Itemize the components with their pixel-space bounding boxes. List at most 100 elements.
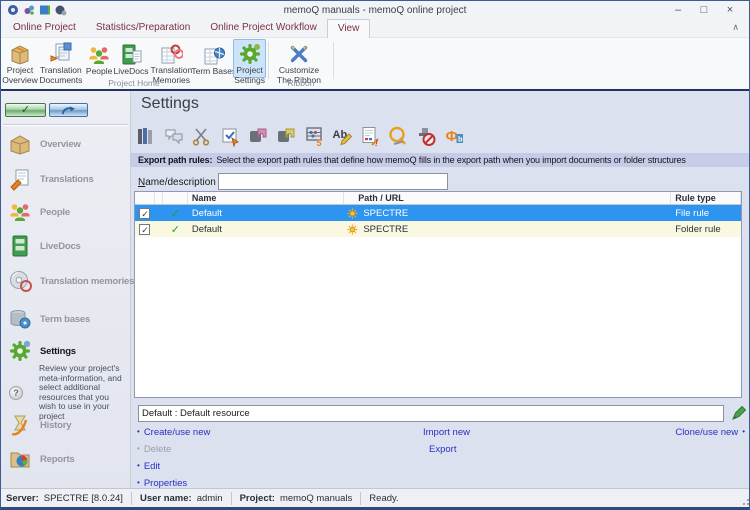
ribbon-button-livedocs[interactable]: LiveDocs bbox=[114, 39, 148, 78]
bullet-icon: • bbox=[137, 444, 140, 453]
close-button[interactable]: × bbox=[717, 2, 743, 19]
segmentation-rules-icon[interactable] bbox=[190, 124, 214, 148]
sidebar-item-people[interactable]: People bbox=[7, 200, 70, 224]
non-translatable-lists-icon[interactable]: Ab bbox=[330, 124, 354, 148]
quick-access-toolbar bbox=[1, 4, 67, 17]
category-label: Export path rules: bbox=[138, 155, 213, 165]
apply-button[interactable]: ✓ bbox=[5, 103, 46, 117]
clone-use-new-link[interactable]: Clone/use new • bbox=[675, 427, 745, 438]
sidebar-item-overview[interactable]: Overview bbox=[7, 132, 81, 156]
ribbon-button-project-settings[interactable]: Project Settings bbox=[233, 39, 267, 84]
ribbon-group-separator bbox=[268, 42, 269, 79]
quick-book-icon[interactable] bbox=[38, 4, 51, 17]
export-link[interactable]: Export bbox=[429, 444, 456, 455]
ribbon-button-translation-documents[interactable]: Translation Documents bbox=[38, 39, 84, 84]
ribbon-button-people[interactable]: People bbox=[85, 39, 114, 78]
ribbon-tabs: Online Project Statistics/Preparation On… bbox=[1, 19, 749, 38]
overview-icon bbox=[7, 133, 32, 156]
lqa-models-icon[interactable] bbox=[386, 124, 410, 148]
bullet-icon: • bbox=[137, 478, 140, 487]
curved-arrow-icon bbox=[62, 105, 75, 114]
refresh-button[interactable] bbox=[49, 103, 88, 117]
row-checkbox[interactable]: ✓ bbox=[139, 223, 151, 235]
check-icon: ✓ bbox=[20, 104, 31, 116]
table-row[interactable]: ✓ ✓ Default SPECTRE Folder rule bbox=[135, 221, 741, 237]
livedocs-icon bbox=[7, 235, 32, 258]
default-check-icon: ✓ bbox=[170, 223, 180, 236]
qa-settings-icon[interactable] bbox=[218, 124, 242, 148]
edit-link[interactable]: • Edit bbox=[137, 461, 160, 472]
tm-settings-icon[interactable] bbox=[246, 124, 270, 148]
ribbon-group-label: Ribbon bbox=[287, 78, 315, 88]
translations-icon bbox=[7, 168, 32, 191]
column-header-rule-type[interactable]: Rule type bbox=[671, 192, 741, 204]
tab-online-project-workflow[interactable]: Online Project Workflow bbox=[200, 19, 327, 37]
status-separator bbox=[230, 491, 232, 505]
sidebar-item-livedocs[interactable]: LiveDocs bbox=[7, 234, 81, 258]
ribbon-button-customize-ribbon[interactable]: Customize The Ribbon bbox=[272, 39, 326, 84]
import-new-link[interactable]: Import new bbox=[423, 427, 470, 438]
server-value: SPECTRE [8.0.24] bbox=[43, 492, 123, 504]
svg-text:!: ! bbox=[375, 138, 378, 147]
tab-online-project[interactable]: Online Project bbox=[3, 19, 86, 37]
livedocs-icon bbox=[119, 42, 143, 67]
ribbon-button-translation-memories[interactable]: Translation Memories bbox=[148, 39, 194, 84]
ribbon-button-project-overview[interactable]: Project Overview bbox=[2, 39, 38, 84]
people-icon bbox=[7, 201, 32, 224]
translation-documents-icon bbox=[49, 42, 73, 66]
font-substitution-icon[interactable]: Φb bbox=[442, 124, 466, 148]
settings-icon bbox=[7, 340, 32, 363]
collapse-ribbon-icon[interactable]: ∧ bbox=[732, 23, 739, 32]
sidebar: ✓ Overview Translations People LiveDocs … bbox=[1, 91, 134, 488]
delete-link[interactable]: • Delete bbox=[137, 444, 171, 455]
name-description-input[interactable] bbox=[218, 173, 448, 190]
tab-view[interactable]: View bbox=[326, 19, 371, 38]
minimize-button[interactable]: – bbox=[665, 2, 691, 19]
sidebar-item-settings[interactable]: Settings bbox=[7, 339, 76, 363]
tab-statistics-preparation[interactable]: Statistics/Preparation bbox=[86, 19, 201, 37]
table-row[interactable]: ✓ ✓ Default SPECTRE File rule bbox=[135, 205, 741, 221]
translation-memories-icon bbox=[159, 42, 184, 66]
settings-category-toolbar: 5 Ab ! Φb bbox=[134, 124, 466, 148]
term-bases-icon bbox=[7, 308, 32, 331]
column-header-name[interactable]: Name bbox=[188, 192, 345, 204]
auto-translation-rules-icon[interactable]: 5 bbox=[302, 124, 326, 148]
quick-options-icon[interactable] bbox=[54, 4, 67, 17]
memoq-logo-icon[interactable] bbox=[6, 4, 19, 17]
table-header: Name Path / URL Rule type bbox=[135, 192, 741, 205]
sidebar-item-term-bases[interactable]: Term bases bbox=[7, 307, 90, 331]
help-icon: ? bbox=[9, 386, 23, 400]
column-header-path-url[interactable]: Path / URL bbox=[344, 192, 672, 204]
sidebar-item-reports[interactable]: Reports bbox=[7, 447, 75, 471]
quick-settings-icon[interactable] bbox=[22, 4, 35, 17]
sidebar-item-translations[interactable]: Translations bbox=[7, 167, 94, 191]
maximize-button[interactable]: □ bbox=[691, 2, 717, 19]
ignore-lists-icon[interactable] bbox=[414, 124, 438, 148]
titlebar: memoQ manuals - memoQ online project – □… bbox=[1, 1, 749, 19]
category-description: Select the export path rules that define… bbox=[216, 155, 686, 165]
livedocs-settings-icon[interactable] bbox=[274, 124, 298, 148]
main-pane: Settings 5 Ab ! Φb Export path rules: Sel… bbox=[131, 91, 749, 489]
server-resource-icon bbox=[347, 207, 358, 219]
status-separator bbox=[130, 491, 132, 505]
sidebar-item-translation-memories[interactable]: Translation memories bbox=[7, 269, 134, 293]
sidebar-item-history[interactable]: History bbox=[7, 413, 72, 437]
svg-text:5: 5 bbox=[317, 138, 322, 147]
export-path-rules-icon[interactable]: ! bbox=[358, 124, 382, 148]
term-bases-icon bbox=[202, 42, 226, 67]
project-settings-icon bbox=[238, 42, 262, 66]
bullet-icon: • bbox=[742, 427, 745, 436]
create-use-new-link[interactable]: • Create/use new bbox=[137, 427, 210, 438]
bullet-icon: • bbox=[137, 461, 140, 470]
row-checkbox[interactable]: ✓ bbox=[139, 207, 151, 219]
ribbon-group-label: Project Home bbox=[108, 78, 160, 88]
selected-resource-field: Default : Default resource bbox=[138, 405, 724, 422]
customize-ribbon-icon bbox=[287, 42, 311, 66]
edit-resource-icon[interactable] bbox=[731, 405, 747, 421]
user-name-label: User name: bbox=[139, 492, 192, 504]
resize-grip[interactable] bbox=[740, 496, 749, 506]
general-settings-icon[interactable] bbox=[134, 124, 158, 148]
ribbon-button-term-bases[interactable]: Term Bases bbox=[191, 39, 236, 78]
ribbon-group-ribbon: Customize The Ribbon Ribbon bbox=[270, 38, 332, 89]
communication-settings-icon[interactable] bbox=[162, 124, 186, 148]
